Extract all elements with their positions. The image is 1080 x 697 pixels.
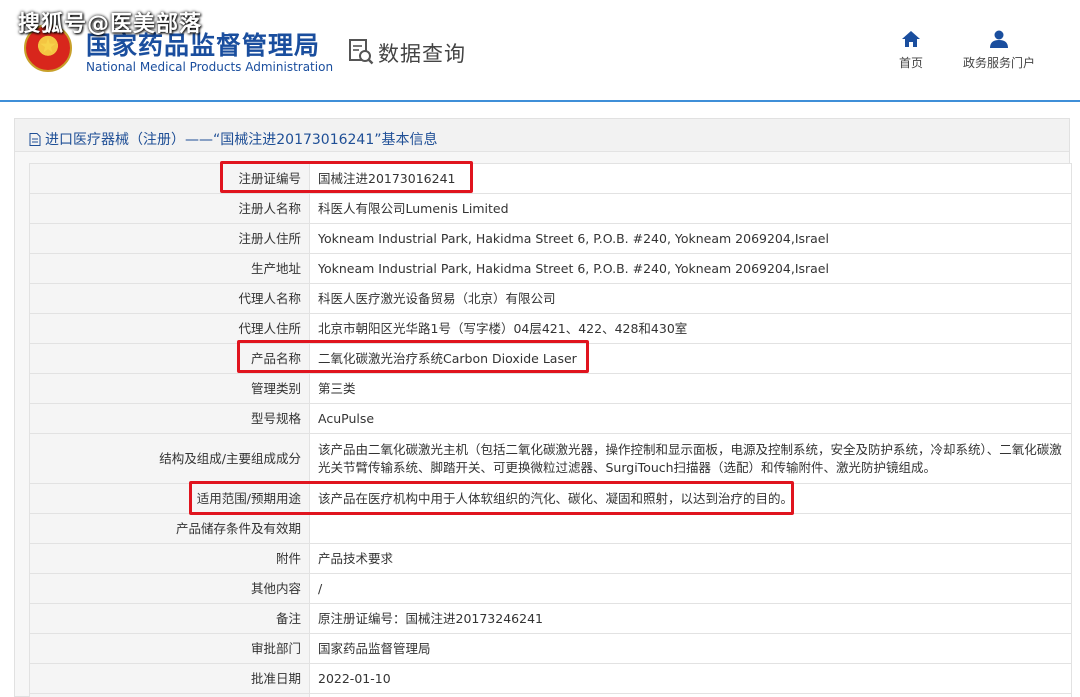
row-label: 适用范围/预期用途 [29,483,310,514]
nav-gov-portal[interactable]: 政务服务门户 [954,30,1044,71]
row-value: 产品技术要求 [309,543,1072,574]
table-row: 注册人住所 Yokneam Industrial Park, Hakidma St… [29,223,1072,254]
table-row: 备注 原注册证编号：国械注进20173246241 [29,603,1072,634]
row-value: 原注册证编号：国械注进20173246241 [309,603,1072,634]
org-name-en: National Medical Products Administration [86,60,334,74]
row-label: 注册证编号 [29,163,310,194]
table-row: 附件 产品技术要求 [29,543,1072,574]
row-value [309,513,1072,544]
row-label: 产品名称 [29,343,310,374]
row-label: 代理人住所 [29,313,310,344]
row-label: 备注 [29,603,310,634]
nav-gov-portal-label: 政务服务门户 [962,56,1035,70]
table-row: 型号规格 AcuPulse [29,403,1072,434]
row-value: 第三类 [309,373,1072,404]
row-label: 注册人名称 [29,193,310,224]
data-query-title: 数据查询 [378,42,466,66]
row-value: 国械注进20173016241 [309,163,1072,194]
table-row: 生产地址 Yokneam Industrial Park, Hakidma Str… [29,253,1072,284]
row-label: 审批部门 [29,633,310,664]
table-row: 产品名称 二氧化碳激光治疗系统Carbon Dioxide Laser [29,343,1072,374]
watermark-text: 搜狐号@医美部落 [18,12,203,37]
row-label: 批准日期 [29,663,310,694]
data-query-icon [349,39,374,65]
detail-panel: 进口医疗器械（注册）——“国械注进20173016241”基本信息 注册证编号国… [14,118,1072,697]
info-table: 注册证编号 国械注进20173016241 注册人名称 科医人有限公司Lumenis… [29,163,1072,697]
row-value: 国家药品监督管理局 [309,633,1072,664]
row-label: 型号规格 [29,403,310,434]
row-value: 该产品由二氧化碳激光主机（包括二氧化碳激光器，操作控制和显示面板，电源及控制系统… [309,433,1072,484]
page: 国家药品监督管理局 National Medical Products Admi… [0,0,1080,697]
row-value: 科医人医疗激光设备贸易（北京）有限公司 [309,283,1072,314]
row-value: 科医人有限公司Lumenis Limited [309,193,1072,224]
table-row: 管理类别 第三类 [29,373,1072,404]
row-value: 该产品在医疗机构中用于人体软组织的汽化、碳化、凝固和照射，以达到治疗的目的。 [309,483,1072,514]
row-label: 生产地址 [29,253,310,284]
user-icon [990,30,1008,48]
table-row: 注册人名称 科医人有限公司Lumenis Limited [29,193,1072,224]
row-value: Yokneam Industrial Park, Hakidma Street … [309,223,1072,254]
row-label: 其他内容 [29,573,310,604]
panel-title: 进口医疗器械（注册）——“国械注进20173016241”基本信息 [45,132,438,148]
row-label: 附件 [29,543,310,574]
header-divider [0,100,1080,102]
row-label: 注册人住所 [29,223,310,254]
row-label [29,693,310,697]
row-value: 北京市朝阳区光华路1号（写字楼）04层421、422、428和430室 [309,313,1072,344]
home-icon [902,31,920,47]
row-value: / [309,573,1072,604]
row-label: 结构及组成/主要组成成分 [29,433,310,484]
table-row: 代理人住所 北京市朝阳区光华路1号（写字楼）04层421、422、428和430室 [29,313,1072,344]
row-value: AcuPulse [309,403,1072,434]
row-value: 二氧化碳激光治疗系统Carbon Dioxide Laser [309,343,1072,374]
table-row: 其他内容 / [29,573,1072,604]
table-row [29,693,1072,697]
document-icon [29,132,41,146]
row-value: 2022-01-10 [309,663,1072,694]
table-row: 审批部门 国家药品监督管理局 [29,633,1072,664]
row-label: 代理人名称 [29,283,310,314]
site-header: 国家药品监督管理局 National Medical Products Admi… [0,0,1080,100]
table-row: 注册证编号 国械注进20173016241 [29,163,1072,194]
row-value [309,693,1072,697]
panel-header: 进口医疗器械（注册）——“国械注进20173016241”基本信息 [15,119,1069,152]
nav-home-label: 首页 [898,56,923,70]
row-value: Yokneam Industrial Park, Hakidma Street … [309,253,1072,284]
row-label: 管理类别 [29,373,310,404]
nav-home[interactable]: 首页 [866,30,956,71]
row-label: 产品储存条件及有效期 [29,513,310,544]
table-row: 代理人名称 科医人医疗激光设备贸易（北京）有限公司 [29,283,1072,314]
table-row: 结构及组成/主要组成成分 该产品由二氧化碳激光主机（包括二氧化碳激光器，操作控制和… [29,433,1072,484]
table-row: 产品储存条件及有效期 [29,513,1072,544]
table-row: 适用范围/预期用途 该产品在医疗机构中用于人体软组织的汽化、碳化、凝固和照射，以达… [29,483,1072,514]
info-table-wrap: 注册证编号 国械注进20173016241 注册人名称 科医人有限公司Lumenis… [29,163,1072,697]
table-row: 批准日期 2022-01-10 [29,663,1072,694]
